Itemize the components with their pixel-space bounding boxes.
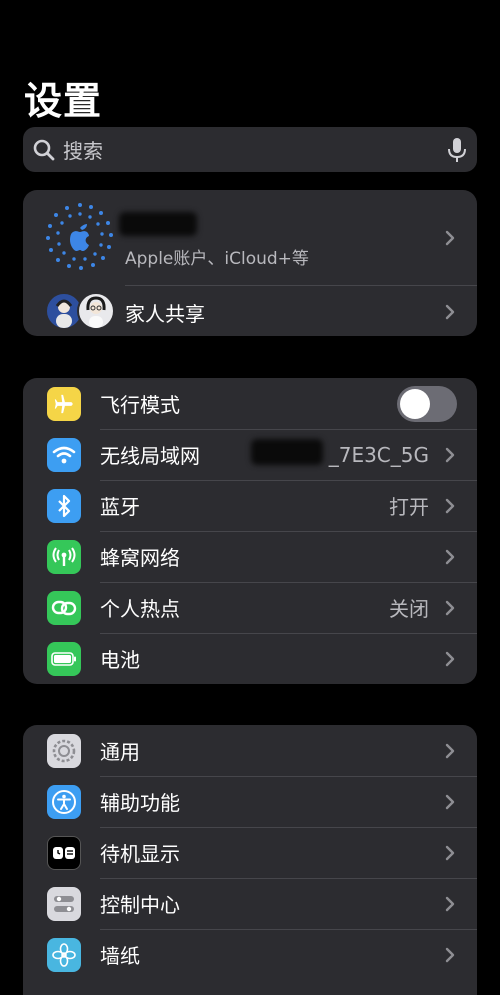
airplane-mode-row: 飞行模式 [23, 378, 477, 429]
chevron-right-icon [445, 230, 455, 245]
hotspot-icon [47, 590, 81, 625]
standby-label: 待机显示 [100, 842, 180, 866]
search-icon [33, 139, 55, 160]
general-card: 通用 辅助功能 待机显示 控制中心 墙纸 [23, 725, 477, 995]
chevron-right-icon [445, 447, 455, 462]
bluetooth-status: 打开 [389, 495, 429, 519]
wifi-network-value: _7E3C_5G [328, 442, 429, 467]
connectivity-card: 飞行模式 无线局域网 _7E3C_5G 蓝牙 打开 蜂窝网络 个人热点 关闭 电… [23, 378, 477, 684]
wifi-name-redacted [251, 439, 323, 465]
hotspot-label: 个人热点 [100, 597, 180, 621]
wifi-row[interactable]: 无线局域网 _7E3C_5G [23, 429, 477, 480]
standby-icon [47, 835, 81, 870]
battery-row[interactable]: 电池 [23, 633, 477, 684]
search-placeholder: 搜索 [63, 139, 103, 163]
chevron-right-icon [445, 743, 455, 758]
accessibility-label: 辅助功能 [100, 791, 180, 815]
family-sharing-row[interactable]: 家人共享 [45, 285, 477, 336]
wifi-icon [47, 437, 81, 472]
airplane-icon [47, 386, 81, 421]
account-card: Apple账户、iCloud+等 家人共享 [23, 190, 477, 336]
chevron-right-icon [445, 304, 455, 319]
control-center-label: 控制中心 [100, 893, 180, 917]
apple-account-icon [46, 203, 113, 270]
airplane-mode-label: 飞行模式 [100, 393, 180, 417]
microphone-icon[interactable] [447, 137, 467, 163]
page-title: 设置 [24, 79, 103, 123]
account-subtitle: Apple账户、iCloud+等 [125, 249, 309, 269]
control-center-icon [47, 886, 81, 921]
cellular-icon [47, 539, 81, 574]
chevron-right-icon [445, 794, 455, 809]
general-row[interactable]: 通用 [23, 725, 477, 776]
battery-label: 电池 [100, 648, 140, 672]
bluetooth-icon [47, 488, 81, 523]
family-sharing-label: 家人共享 [125, 302, 205, 326]
cellular-row[interactable]: 蜂窝网络 [23, 531, 477, 582]
account-row[interactable]: Apple账户、iCloud+等 [23, 190, 477, 285]
airplane-mode-toggle[interactable] [397, 385, 457, 422]
avatar [77, 292, 115, 330]
accessibility-row[interactable]: 辅助功能 [23, 776, 477, 827]
wallpaper-label: 墙纸 [100, 944, 140, 968]
chevron-right-icon [445, 549, 455, 564]
accessibility-icon [47, 784, 81, 819]
chevron-right-icon [445, 651, 455, 666]
control-center-row[interactable]: 控制中心 [23, 878, 477, 929]
wallpaper-row[interactable]: 墙纸 [23, 929, 477, 980]
general-label: 通用 [100, 740, 140, 764]
cellular-label: 蜂窝网络 [100, 546, 180, 570]
bluetooth-row[interactable]: 蓝牙 打开 [23, 480, 477, 531]
chevron-right-icon [445, 947, 455, 962]
hotspot-status: 关闭 [389, 597, 429, 621]
account-name-redacted [119, 212, 197, 236]
chevron-right-icon [445, 498, 455, 513]
wifi-label: 无线局域网 [100, 444, 200, 468]
search-bar[interactable]: 搜索 [23, 127, 477, 172]
bluetooth-label: 蓝牙 [100, 495, 140, 519]
battery-icon [47, 641, 81, 676]
wallpaper-icon [47, 937, 81, 972]
standby-row[interactable]: 待机显示 [23, 827, 477, 878]
hotspot-row[interactable]: 个人热点 关闭 [23, 582, 477, 633]
chevron-right-icon [445, 845, 455, 860]
gear-icon [47, 733, 81, 768]
chevron-right-icon [445, 896, 455, 911]
chevron-right-icon [445, 600, 455, 615]
